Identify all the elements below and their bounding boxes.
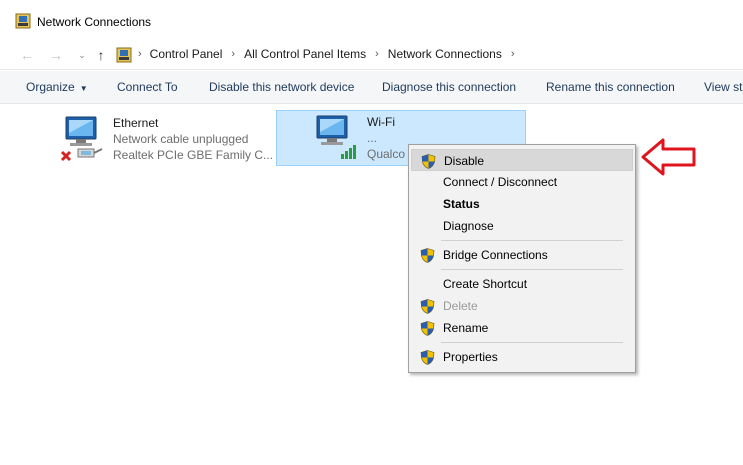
- back-arrow-icon[interactable]: ←: [17, 45, 37, 65]
- breadcrumb-separator-icon[interactable]: ›: [138, 48, 142, 60]
- window-title: Network Connections: [37, 15, 152, 29]
- diagnose-connection-button[interactable]: Diagnose this connection: [382, 80, 516, 94]
- connect-to-button[interactable]: Connect To: [117, 80, 178, 94]
- uac-shield-icon: [420, 299, 435, 314]
- uac-shield-icon: [420, 321, 435, 336]
- menu-item-disable[interactable]: Disable: [411, 149, 633, 171]
- breadcrumb-separator-icon[interactable]: ›: [375, 48, 379, 60]
- uac-shield-icon: [420, 248, 435, 263]
- dropdown-caret-icon: ▼: [79, 84, 88, 93]
- context-menu: Disable Connect / Disconnect Status Diag…: [408, 144, 636, 373]
- view-status-button[interactable]: View sta: [704, 80, 743, 94]
- address-bar: ← → ⌄ ↑ › Control Panel › All Control Pa…: [0, 40, 743, 70]
- rename-connection-button[interactable]: Rename this connection: [546, 80, 675, 94]
- breadcrumb-control-panel[interactable]: Control Panel: [150, 47, 223, 61]
- forward-arrow-icon[interactable]: →: [46, 45, 66, 65]
- adapter-device: Realtek PCIe GBE Family C...: [113, 148, 274, 162]
- ethernet-adapter-icon: [60, 116, 103, 162]
- menu-item-label: Diagnose: [443, 219, 494, 233]
- menu-item-label: Create Shortcut: [443, 277, 528, 291]
- breadcrumb-network-connections[interactable]: Network Connections: [388, 47, 502, 61]
- menu-item-label: Connect / Disconnect: [443, 175, 558, 189]
- menu-item-label: Status: [443, 197, 480, 211]
- annotation-arrow-icon: [641, 138, 696, 176]
- menu-item-label: Properties: [443, 350, 498, 364]
- breadcrumb-all-items[interactable]: All Control Panel Items: [244, 47, 366, 61]
- up-arrow-icon[interactable]: ↑: [91, 45, 111, 65]
- disable-device-button[interactable]: Disable this network device: [209, 80, 354, 94]
- uac-shield-icon: [420, 350, 435, 365]
- menu-item-connect-disconnect[interactable]: Connect / Disconnect: [411, 171, 633, 193]
- menu-item-label: Rename: [443, 321, 489, 335]
- menu-item-status[interactable]: Status: [411, 193, 633, 215]
- menu-item-label: Delete: [443, 299, 478, 313]
- breadcrumb-separator-icon[interactable]: ›: [511, 48, 515, 60]
- wifi-adapter-icon: [316, 115, 356, 159]
- menu-separator: [441, 342, 623, 343]
- adapter-status: Network cable unplugged: [113, 132, 249, 146]
- menu-item-delete: Delete: [411, 295, 633, 317]
- menu-separator: [441, 240, 623, 241]
- organize-menu-button[interactable]: Organize ▼: [26, 80, 88, 94]
- breadcrumb: › Control Panel › All Control Panel Item…: [138, 47, 524, 61]
- adapter-name: Wi-Fi: [367, 115, 395, 129]
- menu-item-properties[interactable]: Properties: [411, 346, 633, 368]
- adapter-ethernet[interactable]: Ethernet Network cable unplugged Realtek…: [52, 111, 273, 167]
- menu-separator: [441, 269, 623, 270]
- command-toolbar: Organize ▼ Connect To Disable this networ…: [0, 71, 743, 104]
- menu-item-rename[interactable]: Rename: [411, 317, 633, 339]
- breadcrumb-separator-icon[interactable]: ›: [231, 48, 235, 60]
- recent-locations-chevron-icon[interactable]: ⌄: [72, 45, 92, 65]
- adapter-wifi-text: Wi-Fi ... Qualco: [367, 114, 405, 162]
- menu-item-create-shortcut[interactable]: Create Shortcut: [411, 273, 633, 295]
- menu-item-label: Bridge Connections: [443, 248, 548, 262]
- title-bar: Network Connections: [0, 0, 743, 40]
- uac-shield-icon: [421, 154, 436, 169]
- adapter-device: Qualco: [367, 147, 406, 161]
- menu-item-label: Disable: [444, 154, 485, 168]
- menu-item-bridge-connections[interactable]: Bridge Connections: [411, 244, 633, 266]
- adapter-status: ...: [367, 131, 378, 145]
- network-connections-icon: [15, 13, 31, 29]
- menu-item-diagnose[interactable]: Diagnose: [411, 215, 633, 237]
- control-panel-icon: [116, 47, 132, 63]
- adapter-ethernet-text: Ethernet Network cable unplugged Realtek…: [113, 115, 273, 163]
- organize-label: Organize: [26, 80, 75, 94]
- adapter-name: Ethernet: [113, 116, 159, 130]
